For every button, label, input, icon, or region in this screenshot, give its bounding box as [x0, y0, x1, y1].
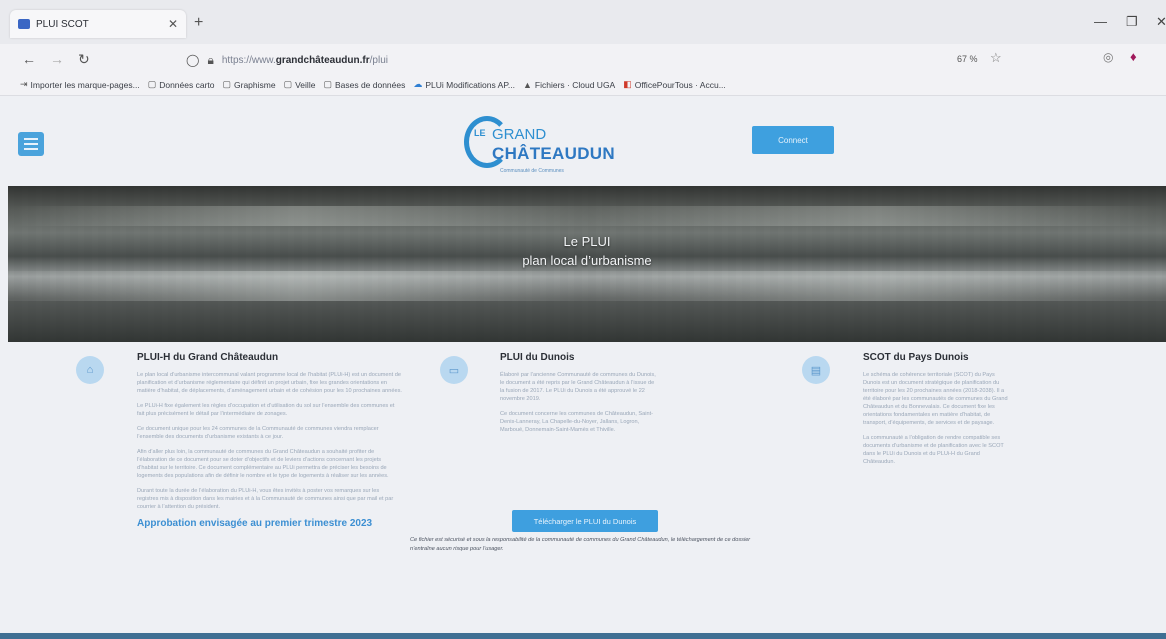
site-header: LE GRAND CHÂTEAUDUN Communauté de Commun… — [0, 96, 1166, 186]
close-window-icon[interactable]: ✕ — [1156, 14, 1166, 30]
bookmark-fichiers-cloud[interactable]: ▲ Fichiers · Cloud UGA — [523, 80, 615, 90]
bookmark-star-icon[interactable]: ☆ — [990, 50, 1002, 66]
forward-arrow-icon[interactable]: → — [50, 51, 64, 67]
document-icon: ⌂ — [76, 356, 104, 384]
column-title: PLUI-H du Grand Châteaudun — [137, 352, 279, 363]
bookmark-veille[interactable]: ▢ Veille — [284, 79, 316, 90]
close-tab-icon[interactable]: ✕ — [168, 17, 178, 31]
reload-icon[interactable]: ↻ — [78, 51, 90, 68]
bookmark-graphisme[interactable]: ▢ Graphisme — [223, 79, 276, 90]
logo-grand: GRAND — [492, 126, 547, 143]
zoom-level[interactable]: 67 % — [957, 54, 978, 64]
back-arrow-icon[interactable]: ← — [22, 51, 36, 67]
bookmark-bases-de-donnees[interactable]: ▢ Bases de données — [323, 79, 405, 90]
site-favicon-icon — [18, 19, 30, 29]
logo-tagline: Communauté de Communes — [500, 168, 564, 174]
bookmark-donnees-carto[interactable]: ▢ Données carto — [148, 79, 215, 90]
folder-icon: ▢ — [147, 79, 157, 89]
logo-city: CHÂTEAUDUN — [492, 144, 615, 163]
folder-icon: ▢ — [283, 79, 293, 89]
column-paragraph: Ce document concerne les communes de Châ… — [500, 411, 653, 433]
bookmark-label: Bases de données — [334, 79, 406, 90]
hero-title: Le PLUI plan local d’urbanisme — [8, 232, 1166, 270]
column-paragraph: Le PLUi-H fixe également les règles d’oc… — [137, 403, 395, 417]
office-icon: ◧ — [623, 79, 632, 89]
column-paragraph: Élaboré par l’ancienne Communauté de com… — [500, 372, 656, 402]
column-paragraph: Afin d’aller plus loin, la communauté de… — [137, 449, 389, 479]
column-paragraph: La communauté a l’obligation de rendre c… — [863, 435, 1004, 465]
folder-icon: ▢ — [222, 79, 232, 89]
column-paragraph: Le schéma de cohérence territoriale (SCO… — [863, 372, 1008, 426]
url-host: grandchâteaudun.fr — [275, 54, 370, 66]
bookmark-label: PLUi Modifications AP... — [425, 79, 515, 90]
book-icon: ▤ — [802, 356, 830, 384]
column-title: PLUI du Dunois — [500, 352, 575, 363]
browser-tab-bar: PLUI SCOT ✕ + — ❐ ✕ — [0, 0, 1166, 44]
bookmark-label: Veille — [295, 79, 316, 90]
new-tab-icon[interactable]: + — [194, 14, 203, 32]
hero-title-line-2: plan local d’urbanisme — [522, 253, 652, 268]
page-bottom-bar — [0, 633, 1166, 639]
map-icon: ▭ — [440, 356, 468, 384]
column-pluih: PLUI-H du Grand Châteaudun Le plan local… — [137, 352, 402, 529]
connect-button[interactable]: Connect — [752, 126, 834, 154]
url-path: /plui — [369, 54, 388, 66]
triangle-icon: ▲ — [523, 79, 532, 90]
hero-image-mist — [8, 206, 1166, 226]
address-bar[interactable]: ◯ 🔒︎ https://www. grandchâteaudun.fr /pl… — [186, 49, 986, 71]
bookmark-label: Graphisme — [234, 79, 276, 90]
tab-title: PLUI SCOT — [36, 18, 89, 30]
logo-le: LE — [474, 128, 486, 138]
bookmark-label: Importer les marque-pages... — [30, 79, 140, 90]
bookmark-plui-modifications[interactable]: ☁ PLUi Modifications AP... — [413, 79, 515, 90]
column-paragraph: Durant toute la durée de l’élaboration d… — [137, 488, 394, 510]
import-icon: ⇥ — [20, 79, 28, 89]
shield-icon[interactable]: ◯ — [186, 53, 199, 67]
column-plui-dunois: PLUI du Dunois Élaboré par l’ancienne Co… — [500, 352, 660, 441]
hero-banner: Le PLUI plan local d’urbanisme — [8, 186, 1166, 342]
url-prefix: https://www. — [221, 54, 276, 66]
cloud-icon: ☁ — [413, 79, 423, 89]
bookmark-officepourtous[interactable]: ◧ OfficePourTous · Accu... — [623, 79, 726, 90]
hero-image-water — [8, 271, 1166, 301]
download-disclaimer: Ce fichier est sécurisé et sous la respo… — [410, 537, 751, 552]
approval-date: Approbation envisagée au premier trimest… — [137, 518, 373, 529]
column-paragraph: Ce document unique pour les 24 communes … — [137, 426, 379, 440]
web-page: LE GRAND CHÂTEAUDUN Communauté de Commun… — [0, 96, 1166, 639]
hero-title-line-1: Le PLUI — [563, 234, 611, 249]
download-plui-button[interactable]: Télécharger le PLUI du Dunois — [512, 510, 658, 532]
pocket-icon[interactable]: ◎ — [1103, 50, 1113, 64]
extension-icon[interactable]: ♦ — [1130, 49, 1137, 64]
column-paragraph: Le plan local d’urbanisme intercommunal … — [137, 372, 402, 394]
browser-tab[interactable]: PLUI SCOT ✕ — [10, 10, 186, 38]
restore-window-icon[interactable]: ❐ — [1126, 14, 1138, 30]
folder-icon: ▢ — [323, 79, 332, 89]
minimize-window-icon[interactable]: — — [1094, 14, 1107, 29]
site-logo[interactable]: LE GRAND CHÂTEAUDUN Communauté de Commun… — [464, 108, 615, 178]
lock-icon[interactable]: 🔒︎ — [207, 53, 213, 68]
bookmark-label: Données carto — [159, 79, 215, 90]
column-scot: SCOT du Pays Dunois Le schéma de cohéren… — [863, 352, 1013, 473]
bookmark-label: Fichiers · Cloud UGA — [534, 79, 616, 90]
column-title: SCOT du Pays Dunois — [863, 352, 969, 363]
menu-hamburger-icon[interactable] — [18, 132, 44, 156]
bookmarks-bar: ⇥ Importer les marque-pages... ▢ Données… — [0, 74, 1166, 96]
bookmark-import[interactable]: ⇥ Importer les marque-pages... — [20, 79, 140, 90]
bookmark-label: OfficePourTous · Accu... — [634, 79, 726, 90]
